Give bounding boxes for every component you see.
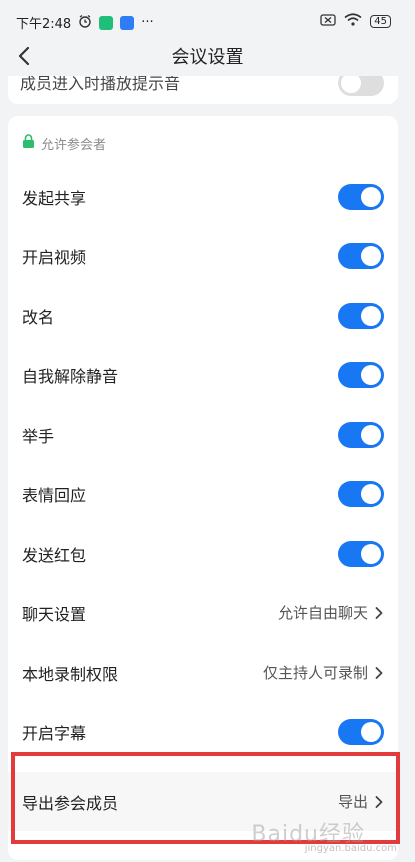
setting-row-self-unmute: 自我解除静音: [8, 345, 398, 404]
setting-row-local-recording[interactable]: 本地录制权限 仅主持人可录制: [8, 643, 398, 702]
setting-row-turn-on-video: 开启视频: [8, 226, 398, 285]
setting-label: 开启字幕: [22, 723, 87, 743]
chevron-right-icon: [375, 606, 383, 619]
setting-row-chat[interactable]: 聊天设置 允许自由聊天: [8, 583, 398, 642]
red-packet-toggle[interactable]: [338, 540, 384, 567]
lock-icon: [22, 134, 35, 153]
status-time: 下午2:48: [16, 17, 72, 32]
rename-toggle[interactable]: [338, 302, 384, 329]
setting-label: 发送红包: [22, 545, 87, 565]
setting-row-start-sharing: 发起共享: [8, 167, 398, 226]
battery-icon: 45: [370, 15, 391, 28]
chevron-right-icon: [375, 666, 383, 679]
start-sharing-toggle[interactable]: [338, 183, 384, 210]
setting-row-reactions: 表情回应: [8, 464, 398, 523]
setting-row-raise-hand: 举手: [8, 405, 398, 464]
section-header: 允许参会者: [22, 134, 106, 153]
setting-label: 表情回应: [22, 485, 87, 505]
chevron-left-icon: [18, 46, 30, 66]
page-header: 会议设置: [0, 36, 415, 76]
raise-hand-toggle[interactable]: [338, 421, 384, 448]
join-sound-label: 成员进入时播放提示音: [20, 76, 181, 93]
recording-permission-value[interactable]: 仅主持人可录制: [263, 662, 384, 683]
setting-label: 发起共享: [22, 188, 87, 208]
captions-toggle[interactable]: [338, 718, 384, 745]
wifi-icon: [344, 13, 362, 30]
reactions-toggle[interactable]: [338, 480, 384, 507]
toggle-knob: [361, 186, 381, 207]
turn-on-video-toggle[interactable]: [338, 242, 384, 269]
participant-permissions-card: 允许参会者 发起共享 开启视频 改名 自我解除静音 举手 表情回应 发送红包 聊…: [8, 116, 398, 860]
setting-value: 允许自由聊天: [277, 604, 368, 622]
setting-label: 本地录制权限: [22, 664, 119, 684]
toggle-knob: [361, 543, 381, 564]
toggle-knob: [361, 364, 381, 385]
watermark-url: jingyan.baidu.com: [304, 843, 397, 854]
setting-label: 聊天设置: [22, 604, 87, 624]
toggle-knob: [361, 424, 381, 445]
chat-setting-value[interactable]: 允许自由聊天: [278, 602, 384, 623]
toggle-knob: [361, 305, 381, 326]
setting-label: 自我解除静音: [22, 366, 119, 386]
setting-row-rename: 改名: [8, 286, 398, 345]
toggle-knob: [361, 245, 381, 266]
more-notifications-icon: ···: [141, 15, 154, 30]
page-title: 会议设置: [171, 47, 244, 68]
join-sound-toggle[interactable]: [338, 76, 384, 96]
toggle-knob: [361, 483, 381, 504]
alarm-icon: [78, 14, 92, 32]
shield-app-icon: [99, 15, 114, 30]
setting-row-red-packet: 发送红包: [8, 524, 398, 583]
cloud-app-icon: [120, 15, 135, 30]
status-bar: 下午2:48 ··· 45: [0, 0, 415, 40]
setting-label: 改名: [22, 307, 55, 327]
setting-label: 举手: [22, 426, 55, 446]
sim-off-icon: [320, 13, 336, 30]
section-title: 允许参会者: [41, 138, 107, 153]
back-button[interactable]: [10, 42, 38, 70]
self-unmute-toggle[interactable]: [338, 361, 384, 388]
previous-settings-card: 成员进入时播放提示音: [8, 76, 398, 104]
setting-label: 开启视频: [22, 247, 87, 267]
setting-value: 仅主持人可录制: [262, 664, 368, 682]
toggle-knob: [361, 721, 381, 742]
